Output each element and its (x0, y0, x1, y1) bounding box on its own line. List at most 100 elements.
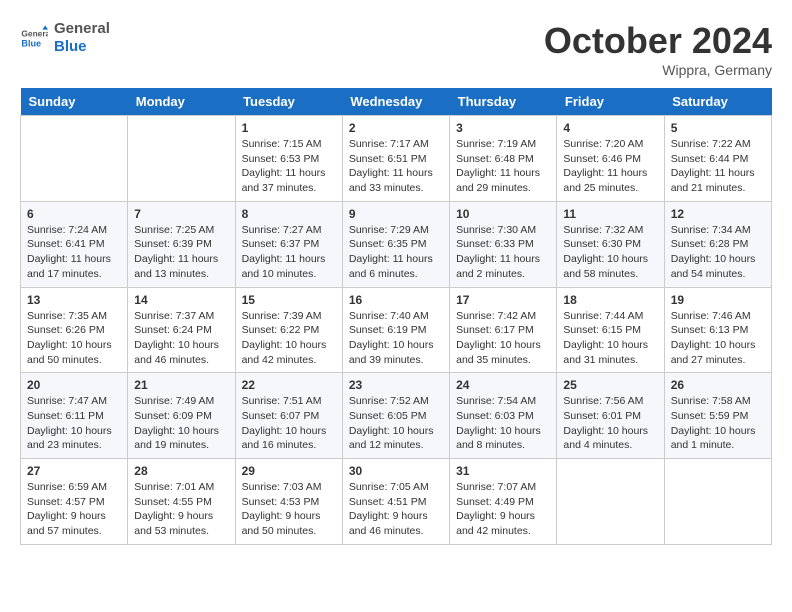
day-number: 11 (563, 207, 657, 221)
calendar-table: SundayMondayTuesdayWednesdayThursdayFrid… (20, 88, 772, 545)
calendar-cell: 4Sunrise: 7:20 AM Sunset: 6:46 PM Daylig… (557, 116, 664, 202)
calendar-cell: 8Sunrise: 7:27 AM Sunset: 6:37 PM Daylig… (235, 201, 342, 287)
day-number: 28 (134, 464, 228, 478)
day-number: 1 (242, 121, 336, 135)
day-info: Sunrise: 7:42 AM Sunset: 6:17 PM Dayligh… (456, 309, 550, 368)
day-number: 21 (134, 378, 228, 392)
day-number: 30 (349, 464, 443, 478)
day-info: Sunrise: 7:51 AM Sunset: 6:07 PM Dayligh… (242, 394, 336, 453)
day-number: 24 (456, 378, 550, 392)
column-header-friday: Friday (557, 88, 664, 116)
logo-blue-text: Blue (54, 38, 110, 56)
calendar-cell (128, 116, 235, 202)
logo-general-text: General (54, 20, 110, 38)
day-number: 9 (349, 207, 443, 221)
calendar-week-2: 6Sunrise: 7:24 AM Sunset: 6:41 PM Daylig… (21, 201, 772, 287)
day-info: Sunrise: 7:19 AM Sunset: 6:48 PM Dayligh… (456, 137, 550, 196)
calendar-cell: 11 Sunrise: 7:32 AM Sunset: 6:30 PM Dayli… (557, 201, 664, 287)
column-header-monday: Monday (128, 88, 235, 116)
day-number: 4 (563, 121, 657, 135)
column-header-sunday: Sunday (21, 88, 128, 116)
day-info: Sunrise: 7:15 AM Sunset: 6:53 PM Dayligh… (242, 137, 336, 196)
calendar-cell: 9 Sunrise: 7:29 AM Sunset: 6:35 PM Daylig… (342, 201, 449, 287)
title-block: October 2024 Wippra, Germany (544, 20, 772, 78)
day-number: 29 (242, 464, 336, 478)
day-info: Sunrise: 7:05 AM Sunset: 4:51 PM Dayligh… (349, 480, 443, 539)
column-header-tuesday: Tuesday (235, 88, 342, 116)
calendar-cell: 25Sunrise: 7:56 AM Sunset: 6:01 PM Dayli… (557, 373, 664, 459)
day-number: 12 (671, 207, 765, 221)
calendar-cell: 29 Sunrise: 7:03 AM Sunset: 4:53 PM Dayli… (235, 459, 342, 545)
calendar-cell: 23 Sunrise: 7:52 AM Sunset: 6:05 PM Dayli… (342, 373, 449, 459)
day-info: Sunrise: 7:46 AM Sunset: 6:13 PM Dayligh… (671, 309, 765, 368)
day-number: 17 (456, 293, 550, 307)
day-info: Sunrise: 7:34 AM Sunset: 6:28 PM Dayligh… (671, 223, 765, 282)
day-number: 5 (671, 121, 765, 135)
svg-text:Blue: Blue (21, 38, 41, 48)
day-info: Sunrise: 7:52 AM Sunset: 6:05 PM Dayligh… (349, 394, 443, 453)
day-info: Sunrise: 7:37 AM Sunset: 6:24 PM Dayligh… (134, 309, 228, 368)
day-number: 8 (242, 207, 336, 221)
location-text: Wippra, Germany (544, 62, 772, 78)
column-header-thursday: Thursday (450, 88, 557, 116)
calendar-cell: 18 Sunrise: 7:44 AM Sunset: 6:15 PM Dayli… (557, 287, 664, 373)
calendar-cell (557, 459, 664, 545)
day-number: 27 (27, 464, 121, 478)
calendar-cell: 28 Sunrise: 7:01 AM Sunset: 4:55 PM Dayli… (128, 459, 235, 545)
day-number: 3 (456, 121, 550, 135)
day-info: Sunrise: 7:25 AM Sunset: 6:39 PM Dayligh… (134, 223, 228, 282)
day-info: Sunrise: 7:01 AM Sunset: 4:55 PM Dayligh… (134, 480, 228, 539)
day-info: Sunrise: 7:35 AM Sunset: 6:26 PM Dayligh… (27, 309, 121, 368)
day-info: Sunrise: 7:30 AM Sunset: 6:33 PM Dayligh… (456, 223, 550, 282)
day-info: Sunrise: 7:22 AM Sunset: 6:44 PM Dayligh… (671, 137, 765, 196)
day-info: Sunrise: 7:17 AM Sunset: 6:51 PM Dayligh… (349, 137, 443, 196)
calendar-cell: 5 Sunrise: 7:22 AM Sunset: 6:44 PM Daylig… (664, 116, 771, 202)
calendar-cell: 26 Sunrise: 7:58 AM Sunset: 5:59 PM Dayli… (664, 373, 771, 459)
month-title: October 2024 (544, 20, 772, 62)
calendar-cell: 14Sunrise: 7:37 AM Sunset: 6:24 PM Dayli… (128, 287, 235, 373)
day-number: 26 (671, 378, 765, 392)
calendar-week-3: 13Sunrise: 7:35 AM Sunset: 6:26 PM Dayli… (21, 287, 772, 373)
calendar-cell: 1 Sunrise: 7:15 AM Sunset: 6:53 PM Daylig… (235, 116, 342, 202)
day-info: Sunrise: 7:32 AM Sunset: 6:30 PM Dayligh… (563, 223, 657, 282)
day-number: 23 (349, 378, 443, 392)
calendar-cell: 10 Sunrise: 7:30 AM Sunset: 6:33 PM Dayli… (450, 201, 557, 287)
day-number: 18 (563, 293, 657, 307)
day-number: 7 (134, 207, 228, 221)
day-info: Sunrise: 7:03 AM Sunset: 4:53 PM Dayligh… (242, 480, 336, 539)
day-info: Sunrise: 7:29 AM Sunset: 6:35 PM Dayligh… (349, 223, 443, 282)
day-info: Sunrise: 7:54 AM Sunset: 6:03 PM Dayligh… (456, 394, 550, 453)
day-info: Sunrise: 7:58 AM Sunset: 5:59 PM Dayligh… (671, 394, 765, 453)
page-header: General Blue General Blue October 2024 W… (20, 20, 772, 78)
day-number: 16 (349, 293, 443, 307)
day-info: Sunrise: 7:56 AM Sunset: 6:01 PM Dayligh… (563, 394, 657, 453)
day-info: Sunrise: 7:49 AM Sunset: 6:09 PM Dayligh… (134, 394, 228, 453)
calendar-cell: 22Sunrise: 7:51 AM Sunset: 6:07 PM Dayli… (235, 373, 342, 459)
day-number: 20 (27, 378, 121, 392)
day-number: 10 (456, 207, 550, 221)
calendar-cell: 15Sunrise: 7:39 AM Sunset: 6:22 PM Dayli… (235, 287, 342, 373)
day-info: Sunrise: 7:44 AM Sunset: 6:15 PM Dayligh… (563, 309, 657, 368)
svg-text:General: General (21, 29, 48, 39)
calendar-cell: 3 Sunrise: 7:19 AM Sunset: 6:48 PM Daylig… (450, 116, 557, 202)
calendar-cell: 17 Sunrise: 7:42 AM Sunset: 6:17 PM Dayli… (450, 287, 557, 373)
calendar-cell: 19Sunrise: 7:46 AM Sunset: 6:13 PM Dayli… (664, 287, 771, 373)
calendar-cell: 13Sunrise: 7:35 AM Sunset: 6:26 PM Dayli… (21, 287, 128, 373)
calendar-cell: 21 Sunrise: 7:49 AM Sunset: 6:09 PM Dayli… (128, 373, 235, 459)
calendar-cell (664, 459, 771, 545)
day-number: 2 (349, 121, 443, 135)
calendar-cell: 7 Sunrise: 7:25 AM Sunset: 6:39 PM Daylig… (128, 201, 235, 287)
day-number: 15 (242, 293, 336, 307)
calendar-cell: 12 Sunrise: 7:34 AM Sunset: 6:28 PM Dayli… (664, 201, 771, 287)
day-info: Sunrise: 7:40 AM Sunset: 6:19 PM Dayligh… (349, 309, 443, 368)
calendar-cell: 24 Sunrise: 7:54 AM Sunset: 6:03 PM Dayli… (450, 373, 557, 459)
calendar-week-5: 27Sunrise: 6:59 AM Sunset: 4:57 PM Dayli… (21, 459, 772, 545)
column-header-saturday: Saturday (664, 88, 771, 116)
logo: General Blue General Blue (20, 20, 110, 56)
column-header-wednesday: Wednesday (342, 88, 449, 116)
calendar-cell: 27Sunrise: 6:59 AM Sunset: 4:57 PM Dayli… (21, 459, 128, 545)
day-number: 31 (456, 464, 550, 478)
calendar-cell: 2 Sunrise: 7:17 AM Sunset: 6:51 PM Daylig… (342, 116, 449, 202)
day-info: Sunrise: 7:07 AM Sunset: 4:49 PM Dayligh… (456, 480, 550, 539)
day-number: 6 (27, 207, 121, 221)
